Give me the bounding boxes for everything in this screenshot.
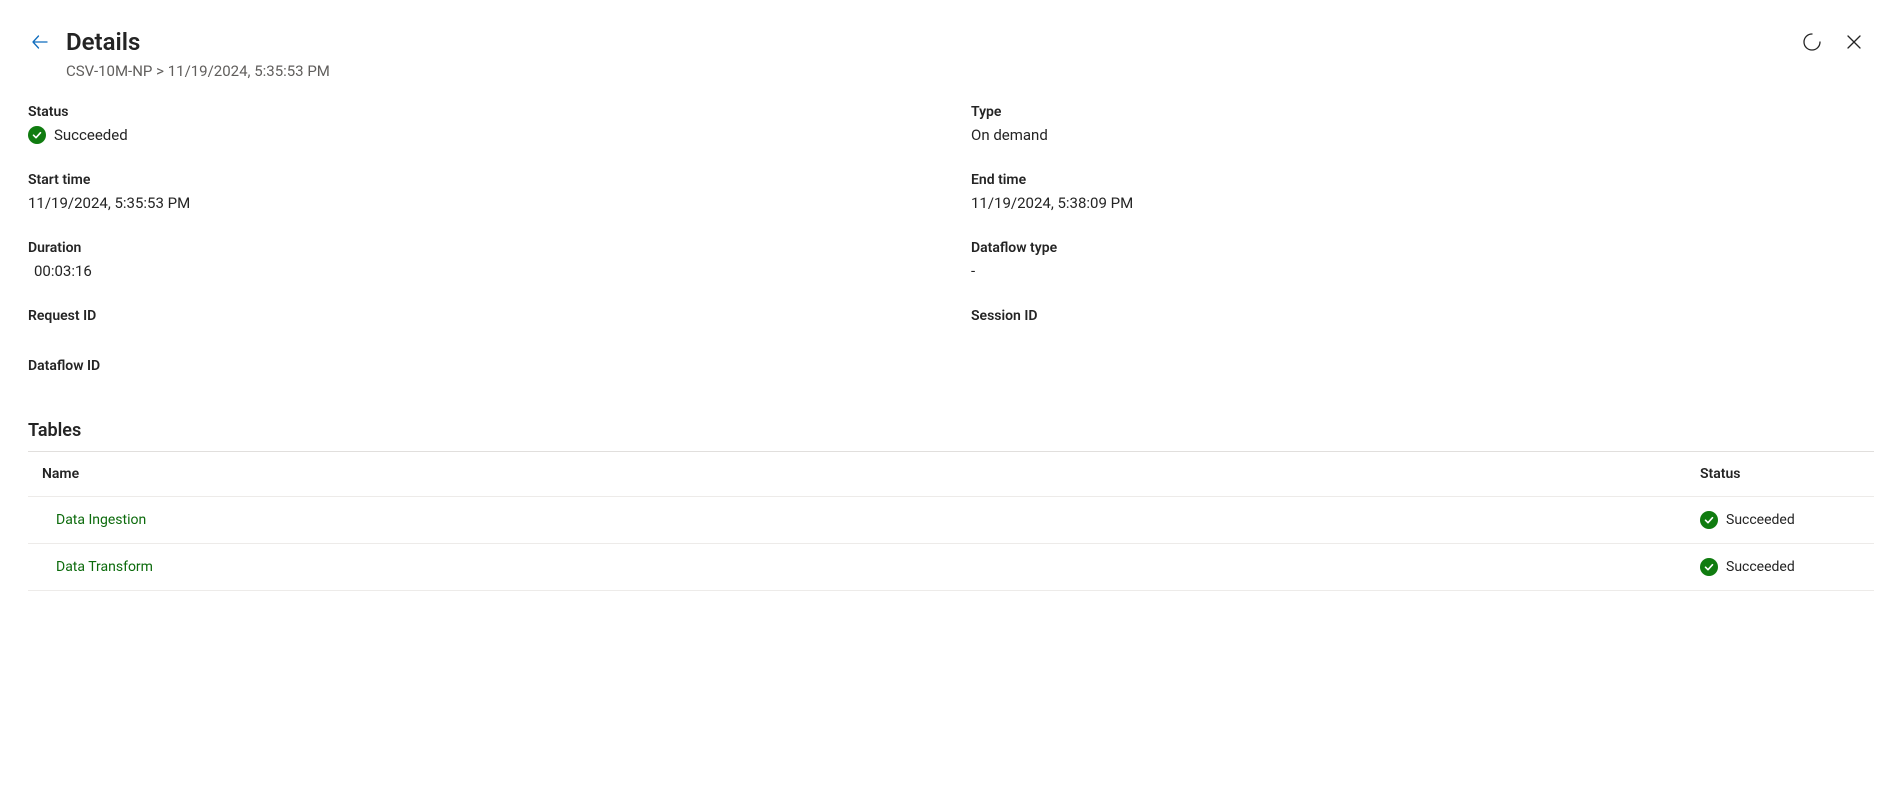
tables-section-title: Tables (28, 420, 1874, 441)
check-circle-icon (28, 126, 46, 144)
prop-label: Duration (28, 240, 931, 256)
table-cell-status: Succeeded (1700, 511, 1860, 529)
prop-end-time: End time 11/19/2024, 5:38:09 PM (971, 172, 1874, 212)
table-cell-name[interactable]: Data Transform (42, 559, 1700, 575)
close-button[interactable] (1842, 30, 1866, 54)
breadcrumb: CSV-10M-NP > 11/19/2024, 5:35:53 PM (66, 62, 1874, 80)
back-button[interactable] (28, 30, 52, 54)
col-header-name: Name (42, 466, 1700, 482)
prop-duration: Duration 00:03:16 (28, 240, 931, 280)
table-row: Data Transform Succeeded (28, 544, 1874, 591)
prop-value: 11/19/2024, 5:38:09 PM (971, 194, 1874, 212)
check-circle-icon (1700, 558, 1718, 576)
prop-dataflow-id: Dataflow ID (28, 358, 931, 380)
prop-session-id: Session ID (971, 308, 1874, 330)
prop-label: Dataflow ID (28, 358, 931, 374)
status-text: Succeeded (1726, 559, 1795, 575)
prop-value: 11/19/2024, 5:35:53 PM (28, 194, 931, 212)
prop-type: Type On demand (971, 104, 1874, 144)
prop-status: Status Succeeded (28, 104, 931, 144)
col-header-status: Status (1700, 466, 1860, 482)
prop-label: Status (28, 104, 931, 120)
tables-list: Name Status Data Ingestion Succeeded Dat… (28, 451, 1874, 591)
breadcrumb-source: CSV-10M-NP (66, 62, 152, 80)
prop-start-time: Start time 11/19/2024, 5:35:53 PM (28, 172, 931, 212)
prop-value: - (971, 262, 1874, 280)
prop-label: Request ID (28, 308, 931, 324)
table-cell-status: Succeeded (1700, 558, 1860, 576)
prop-value: On demand (971, 126, 1874, 144)
breadcrumb-separator: > (156, 62, 164, 80)
prop-dataflow-type: Dataflow type - (971, 240, 1874, 280)
prop-label: Type (971, 104, 1874, 120)
check-circle-icon (1700, 511, 1718, 529)
prop-value: 00:03:16 (28, 262, 931, 280)
refresh-button[interactable] (1800, 30, 1824, 54)
prop-label: Dataflow type (971, 240, 1874, 256)
table-row: Data Ingestion Succeeded (28, 497, 1874, 544)
prop-value: Succeeded (54, 126, 128, 144)
prop-label: Start time (28, 172, 931, 188)
page-title: Details (66, 28, 140, 56)
prop-label: End time (971, 172, 1874, 188)
prop-label: Session ID (971, 308, 1874, 324)
table-cell-name[interactable]: Data Ingestion (42, 512, 1700, 528)
prop-request-id: Request ID (28, 308, 931, 330)
table-header-row: Name Status (28, 452, 1874, 497)
status-text: Succeeded (1726, 512, 1795, 528)
breadcrumb-timestamp: 11/19/2024, 5:35:53 PM (168, 62, 330, 80)
